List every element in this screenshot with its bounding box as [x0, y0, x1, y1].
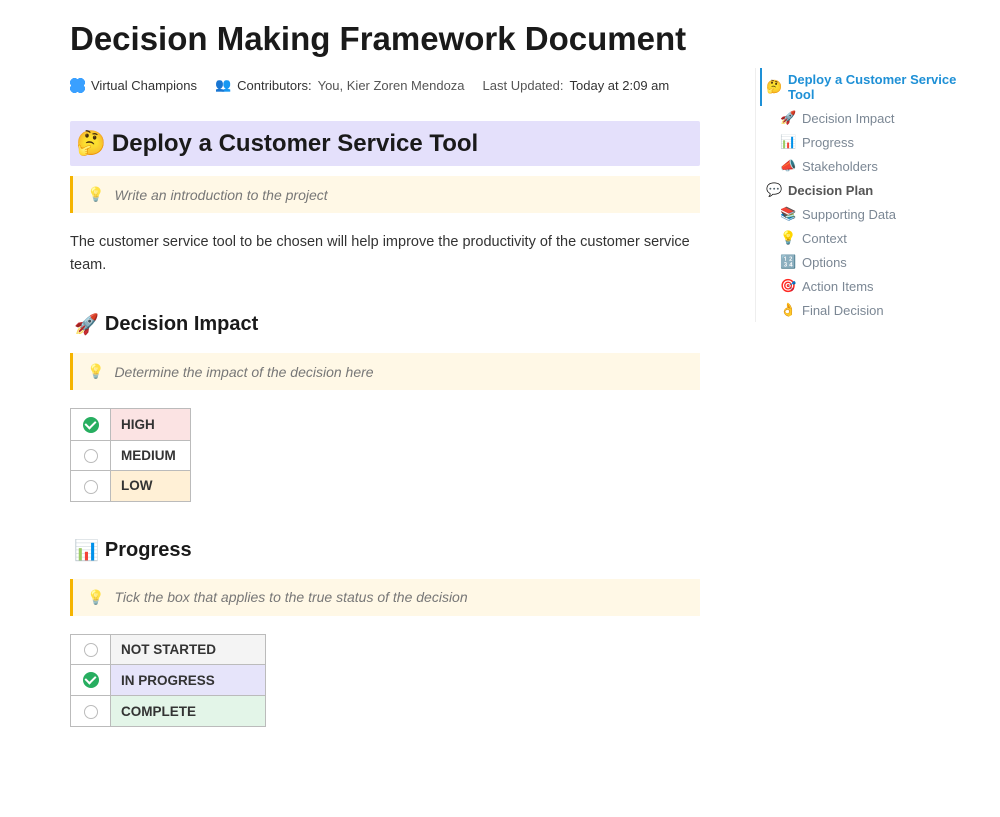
outline-label: Action Items	[802, 279, 874, 294]
table-row: LOW	[71, 471, 191, 501]
outline-item-options[interactable]: 🔢 Options	[760, 250, 970, 274]
lightbulb-icon: 💡	[87, 186, 104, 203]
table-row: HIGH	[71, 409, 191, 440]
impact-low-label: LOW	[111, 471, 191, 501]
heading-decision-impact-text: Decision Impact	[105, 313, 258, 336]
progress-complete-radio[interactable]	[71, 696, 111, 726]
lightbulb-icon: 💡	[87, 363, 104, 380]
impact-medium-label: MEDIUM	[111, 440, 191, 470]
progress-table: NOT STARTED IN PROGRESS COMPLETE	[70, 634, 266, 727]
lightbulb-icon: 💡	[87, 589, 104, 606]
bar-chart-icon: 📊	[74, 538, 99, 563]
people-icon: 👥	[215, 77, 231, 93]
updated-label: Last Updated:	[483, 78, 564, 93]
outline-item-context[interactable]: 💡 Context	[760, 226, 970, 250]
target-icon: 🎯	[780, 278, 796, 294]
thinking-face-icon: 🤔	[76, 129, 106, 158]
table-row: NOT STARTED	[71, 634, 266, 664]
outline-label: Context	[802, 231, 847, 246]
table-row: MEDIUM	[71, 440, 191, 470]
callout-intro-text: Write an introduction to the project	[114, 187, 327, 203]
outline-item-decision-impact[interactable]: 🚀 Decision Impact	[760, 106, 970, 130]
heading-decision-impact[interactable]: 🚀 Decision Impact	[70, 306, 700, 343]
workspace-icon	[70, 78, 85, 93]
callout-intro[interactable]: 💡 Write an introduction to the project	[70, 176, 700, 213]
page-title: Decision Making Framework Document	[70, 18, 700, 59]
table-row: COMPLETE	[71, 696, 266, 726]
impact-low-radio[interactable]	[71, 471, 111, 501]
outline-label: Decision Impact	[802, 111, 894, 126]
updated-value: Today at 2:09 am	[570, 78, 670, 93]
callout-impact-text: Determine the impact of the decision her…	[114, 364, 373, 380]
impact-table: HIGH MEDIUM LOW	[70, 408, 191, 501]
impact-high-radio[interactable]	[71, 409, 111, 440]
impact-high-label: HIGH	[111, 409, 191, 440]
progress-complete-label: COMPLETE	[111, 696, 266, 726]
outline-label: Progress	[802, 135, 854, 150]
outline-item-progress[interactable]: 📊 Progress	[760, 130, 970, 154]
progress-notstarted-radio[interactable]	[71, 634, 111, 664]
outline-item-action-items[interactable]: 🎯 Action Items	[760, 274, 970, 298]
outline-item-deploy[interactable]: 🤔 Deploy a Customer Service Tool	[760, 68, 970, 106]
contributors-chip[interactable]: 👥 Contributors: You, Kier Zoren Mendoza	[215, 77, 465, 93]
number-icon: 🔢	[780, 254, 796, 270]
lightbulb-icon: 💡	[780, 230, 796, 246]
outline-nav: 🤔 Deploy a Customer Service Tool 🚀 Decis…	[755, 68, 970, 322]
last-updated-chip: Last Updated: Today at 2:09 am	[483, 78, 670, 93]
progress-inprogress-radio[interactable]	[71, 664, 111, 695]
heading-progress[interactable]: 📊 Progress	[70, 532, 700, 569]
outline-label: Stakeholders	[802, 159, 878, 174]
outline-label: Decision Plan	[788, 183, 873, 198]
workspace-chip[interactable]: Virtual Champions	[70, 78, 197, 93]
workspace-name: Virtual Champions	[91, 78, 197, 93]
intro-paragraph[interactable]: The customer service tool to be chosen w…	[70, 231, 700, 276]
callout-progress-text: Tick the box that applies to the true st…	[114, 589, 467, 605]
contributors-label: Contributors:	[237, 78, 311, 93]
outline-item-stakeholders[interactable]: 📣 Stakeholders	[760, 154, 970, 178]
doc-meta: Virtual Champions 👥 Contributors: You, K…	[70, 77, 700, 93]
outline-label: Supporting Data	[802, 207, 896, 222]
rocket-icon: 🚀	[74, 312, 99, 337]
table-row: IN PROGRESS	[71, 664, 266, 695]
outline-item-supporting-data[interactable]: 📚 Supporting Data	[760, 202, 970, 226]
callout-progress[interactable]: 💡 Tick the box that applies to the true …	[70, 579, 700, 616]
progress-notstarted-label: NOT STARTED	[111, 634, 266, 664]
callout-impact[interactable]: 💡 Determine the impact of the decision h…	[70, 353, 700, 390]
books-icon: 📚	[780, 206, 796, 222]
impact-medium-radio[interactable]	[71, 440, 111, 470]
thinking-face-icon: 🤔	[766, 79, 782, 95]
rocket-icon: 🚀	[780, 110, 796, 126]
outline-label: Options	[802, 255, 847, 270]
heading-progress-text: Progress	[105, 539, 192, 562]
heading-deploy-text: Deploy a Customer Service Tool	[112, 130, 478, 158]
outline-label: Deploy a Customer Service Tool	[788, 72, 966, 102]
bar-chart-icon: 📊	[780, 134, 796, 150]
ok-hand-icon: 👌	[780, 302, 796, 318]
outline-label: Final Decision	[802, 303, 884, 318]
outline-item-decision-plan[interactable]: 💬 Decision Plan	[760, 178, 970, 202]
contributors-value: You, Kier Zoren Mendoza	[318, 78, 465, 93]
progress-inprogress-label: IN PROGRESS	[111, 664, 266, 695]
outline-item-final-decision[interactable]: 👌 Final Decision	[760, 298, 970, 322]
heading-deploy[interactable]: 🤔 Deploy a Customer Service Tool	[70, 121, 700, 166]
megaphone-icon: 📣	[780, 158, 796, 174]
speech-bubble-icon: 💬	[766, 182, 782, 198]
